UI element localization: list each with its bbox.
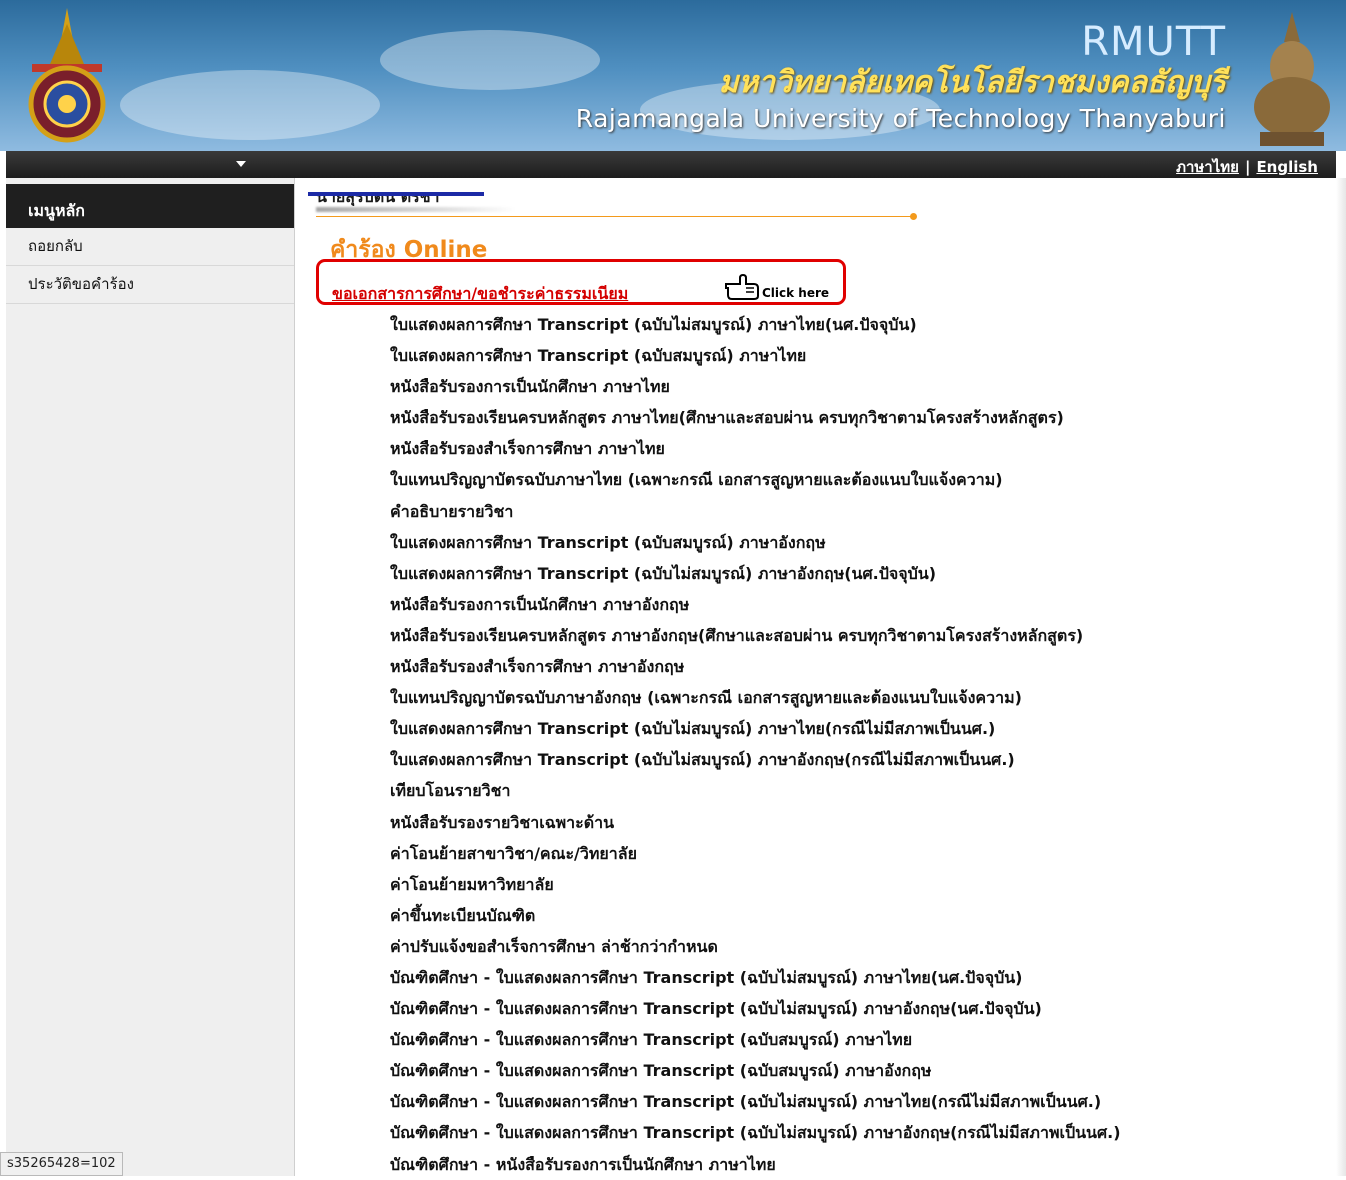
divider-line [316, 216, 914, 217]
sidebar-item-back[interactable]: ถอยกลับ [6, 228, 294, 266]
document-list-item[interactable]: หนังสือรับรองเรียนครบหลักสูตร ภาษาไทย(ศึ… [390, 402, 1121, 433]
document-list-item[interactable]: หนังสือรับรองรายวิชาเฉพาะด้าน [390, 807, 1121, 838]
document-list-item[interactable]: บัณฑิตศึกษา - ใบแสดงผลการศึกษา Transcrip… [390, 993, 1121, 1024]
university-english-name: Rajamangala University of Technology Tha… [575, 104, 1226, 133]
site-banner: RMUTT มหาวิทยาลัยเทคโนโลยีราชมงคลธัญบุรี… [0, 0, 1346, 151]
document-list-item[interactable]: ใบแสดงผลการศึกษา Transcript (ฉบับไม่สมบู… [390, 744, 1121, 775]
university-abbr: RMUTT [1081, 19, 1226, 65]
university-seal-icon [28, 8, 106, 143]
language-switcher: ภาษาไทย | English [1176, 155, 1318, 179]
university-thai-name: มหาวิทยาลัยเทคโนโลยีราชมงคลธัญบุรี [718, 65, 1226, 100]
divider-dot [910, 213, 917, 220]
request-documents-link[interactable]: ขอเอกสารการศึกษา/ขอชำระค่าธรรมเนียม [332, 282, 628, 307]
document-list-item[interactable]: ใบแสดงผลการศึกษา Transcript (ฉบับไม่สมบู… [390, 713, 1121, 744]
document-list-item[interactable]: คำอธิบายรายวิชา [390, 496, 1121, 527]
document-list-item[interactable]: บัณฑิตศึกษา - ใบแสดงผลการศึกษา Transcrip… [390, 1117, 1121, 1148]
click-here-label[interactable]: Click here [762, 286, 829, 300]
document-list-item[interactable]: บัณฑิตศึกษา - ใบแสดงผลการศึกษา Transcrip… [390, 1086, 1121, 1117]
tower-emblem-icon [1254, 12, 1330, 146]
document-list-item[interactable]: บัณฑิตศึกษา - ใบแสดงผลการศึกษา Transcrip… [390, 1055, 1121, 1086]
user-name-shadow [316, 207, 516, 212]
pointing-hand-icon[interactable] [724, 274, 760, 300]
sidebar-item-request-history[interactable]: ประวัติขอคำร้อง [6, 266, 294, 304]
document-list: ใบแสดงผลการศึกษา Transcript (ฉบับไม่สมบู… [390, 309, 1121, 1180]
document-list-item[interactable]: ใบแสดงผลการศึกษา Transcript (ฉบับไม่สมบู… [390, 309, 1121, 340]
document-list-item[interactable]: ใบแสดงผลการศึกษา Transcript (ฉบับไม่สมบู… [390, 558, 1121, 589]
document-list-item[interactable]: เทียบโอนรายวิชา [390, 775, 1121, 806]
document-list-item[interactable]: หนังสือรับรองสำเร็จการศึกษา ภาษาไทย [390, 433, 1121, 464]
sidebar-title: เมนูหลัก [6, 184, 294, 228]
document-list-item[interactable]: ใบแสดงผลการศึกษา Transcript (ฉบับสมบูรณ์… [390, 340, 1121, 371]
document-list-item[interactable]: หนังสือรับรองเรียนครบหลักสูตร ภาษาอังกฤษ… [390, 620, 1121, 651]
chevron-down-icon[interactable] [236, 161, 246, 167]
status-tooltip: s35265428=102 [0, 1152, 123, 1176]
user-name-bar [308, 192, 484, 196]
document-list-item[interactable]: ใบแสดงผลการศึกษา Transcript (ฉบับสมบูรณ์… [390, 527, 1121, 558]
banner-title: RMUTT มหาวิทยาลัยเทคโนโลยีราชมงคลธัญบุรี… [576, 22, 1226, 131]
lang-english-link[interactable]: English [1256, 158, 1318, 176]
document-list-item[interactable]: บัณฑิตศึกษา - ใบแสดงผลการศึกษา Transcrip… [390, 1024, 1121, 1055]
right-edge-shadow [1336, 178, 1346, 1176]
lang-separator: | [1244, 158, 1251, 176]
document-list-item[interactable]: ใบแทนปริญญาบัตรฉบับภาษาอังกฤษ (เฉพาะกรณี… [390, 682, 1121, 713]
document-list-item[interactable]: ค่าขึ้นทะเบียนบัณฑิต [390, 900, 1121, 931]
document-list-item[interactable]: หนังสือรับรองการเป็นนักศึกษา ภาษาไทย [390, 371, 1121, 402]
document-list-item[interactable]: บัณฑิตศึกษา - หนังสือรับรองการเป็นนักศึก… [390, 1149, 1121, 1180]
document-list-item[interactable]: ใบแทนปริญญาบัตรฉบับภาษาไทย (เฉพาะกรณี เอ… [390, 464, 1121, 495]
document-list-item[interactable]: ค่าโอนย้ายสาขาวิชา/คณะ/วิทยาลัย [390, 838, 1121, 869]
document-list-item[interactable]: หนังสือรับรองสำเร็จการศึกษา ภาษาอังกฤษ [390, 651, 1121, 682]
lang-thai-link[interactable]: ภาษาไทย [1176, 158, 1239, 176]
banner-cloud [380, 30, 600, 90]
top-nav-bar: ภาษาไทย | English [6, 151, 1336, 178]
document-list-item[interactable]: ค่าปรับแจ้งขอสำเร็จการศึกษา ล่าช้ากว่ากำ… [390, 931, 1121, 962]
document-list-item[interactable]: หนังสือรับรองการเป็นนักศึกษา ภาษาอังกฤษ [390, 589, 1121, 620]
banner-cloud [120, 70, 380, 140]
document-list-item[interactable]: บัณฑิตศึกษา - ใบแสดงผลการศึกษา Transcrip… [390, 962, 1121, 993]
document-list-item[interactable]: ค่าโอนย้ายมหาวิทยาลัย [390, 869, 1121, 900]
sidebar: เมนูหลัก ถอยกลับ ประวัติขอคำร้อง [6, 178, 295, 1176]
